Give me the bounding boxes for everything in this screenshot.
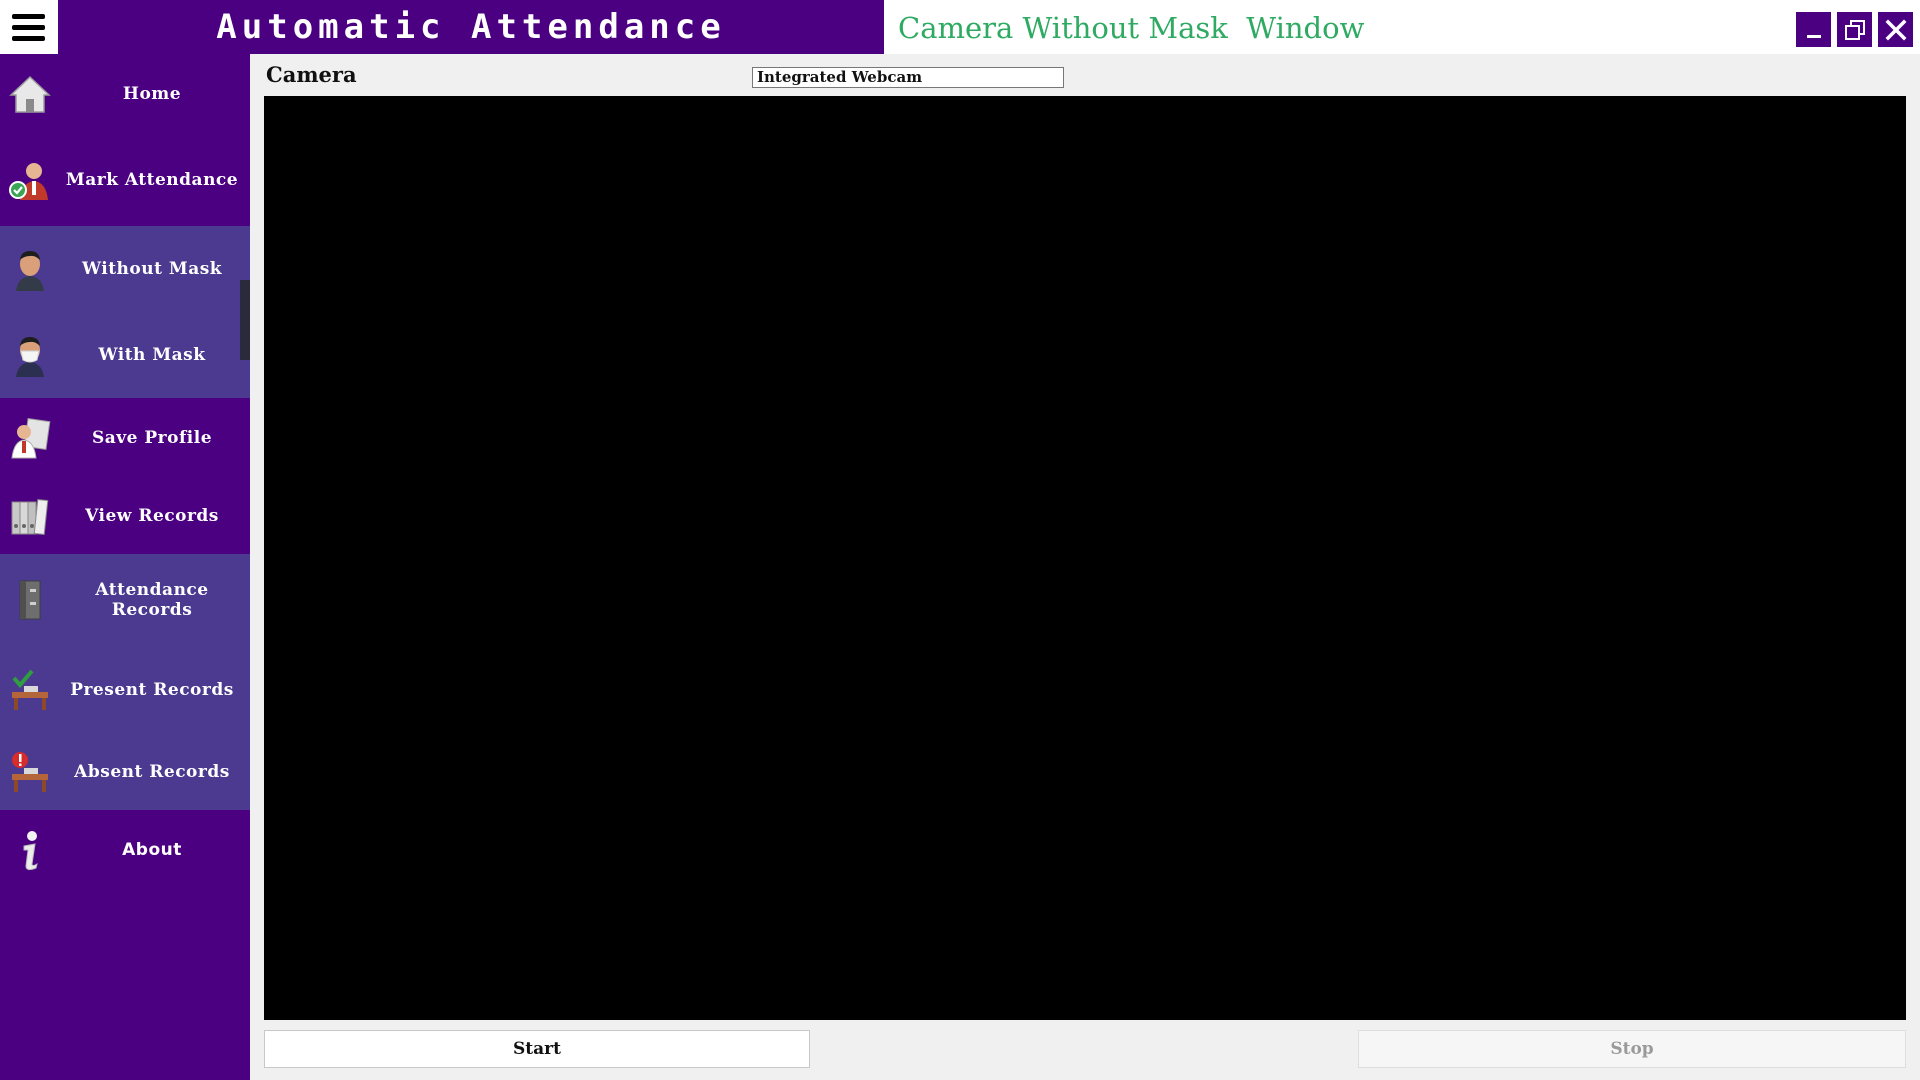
sidebar-item-absent-records[interactable]: Absent Records xyxy=(0,734,250,810)
sidebar-item-label: Home xyxy=(122,84,182,104)
stop-button[interactable]: Stop xyxy=(1358,1030,1906,1068)
sidebar-item-label: Present Records xyxy=(70,680,234,700)
info-icon xyxy=(8,828,52,872)
sidebar-item-label: With Mask xyxy=(98,345,206,365)
minimize-icon[interactable] xyxy=(1796,12,1831,47)
close-icon[interactable] xyxy=(1878,12,1913,47)
app-banner-title: Automatic Attendance xyxy=(58,0,884,54)
camera-label: Camera xyxy=(266,62,357,87)
sidebar-item-label: View Records xyxy=(85,506,219,526)
sidebar-item-label: Absent Records xyxy=(74,762,230,782)
home-icon xyxy=(8,72,52,116)
camera-video-feed xyxy=(264,96,1906,1020)
hamburger-menu-icon[interactable] xyxy=(0,0,57,54)
face-mask-icon xyxy=(8,333,52,377)
sidebar-item-label: Attendance Records xyxy=(95,580,209,620)
sidebar-item-without-mask[interactable]: Without Mask xyxy=(0,226,250,312)
sidebar-item-about[interactable]: About xyxy=(0,810,250,890)
camera-device-select[interactable]: Integrated Webcam xyxy=(752,67,1064,88)
binders-icon xyxy=(8,494,52,538)
sidebar-item-with-mask[interactable]: With Mask xyxy=(0,312,250,398)
sidebar-item-view-records[interactable]: View Records xyxy=(0,478,250,554)
sidebar-item-label: Save Profile xyxy=(91,428,213,448)
selection-indicator xyxy=(240,280,250,360)
sidebar: Home Mark Attendance Without Mask With M… xyxy=(0,54,250,1080)
title-bar: Automatic Attendance Camera Without Mask… xyxy=(0,0,1920,54)
sidebar-item-label: Without Mask xyxy=(81,259,223,279)
sidebar-item-mark-attendance[interactable]: Mark Attendance xyxy=(0,134,250,226)
cabinet-icon xyxy=(8,578,52,622)
start-button[interactable]: Start xyxy=(264,1030,810,1068)
person-check-icon xyxy=(8,158,52,202)
sidebar-item-home[interactable]: Home xyxy=(0,54,250,134)
window-title: Camera Without Mask Window xyxy=(898,11,1365,45)
sidebar-item-label: About xyxy=(122,840,182,860)
sidebar-item-save-profile[interactable]: Save Profile xyxy=(0,398,250,478)
sidebar-item-attendance-records[interactable]: Attendance Records xyxy=(0,554,250,646)
sidebar-item-present-records[interactable]: Present Records xyxy=(0,646,250,734)
desk-alert-icon xyxy=(8,750,52,794)
restore-icon[interactable] xyxy=(1837,12,1872,47)
face-icon xyxy=(8,247,52,291)
save-profile-icon xyxy=(8,416,52,460)
sidebar-item-label: Mark Attendance xyxy=(65,170,239,190)
desk-check-icon xyxy=(8,668,52,712)
